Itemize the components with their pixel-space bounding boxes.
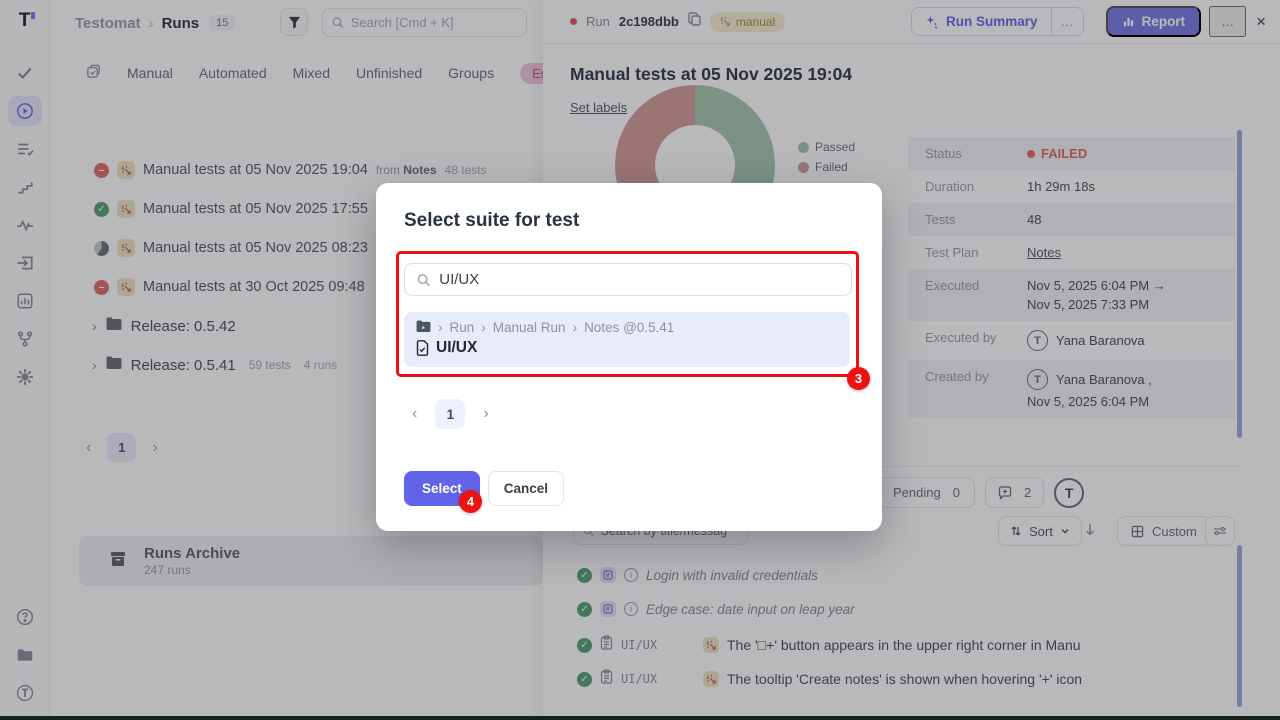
cancel-button[interactable]: Cancel — [488, 471, 564, 506]
page-number[interactable]: 1 — [435, 399, 465, 429]
modal-title: Select suite for test — [404, 210, 579, 232]
prev-page-icon[interactable]: ‹ — [412, 405, 417, 423]
annotation-step-4: 4 — [459, 490, 482, 513]
modal-pagination: ‹ 1 › — [412, 399, 489, 429]
annotation-highlight-rect — [396, 251, 859, 377]
annotation-step-3: 3 — [847, 367, 870, 390]
screen-bottom-edge — [0, 716, 1280, 720]
screen: T — [0, 0, 1280, 720]
next-page-icon[interactable]: › — [483, 405, 488, 423]
